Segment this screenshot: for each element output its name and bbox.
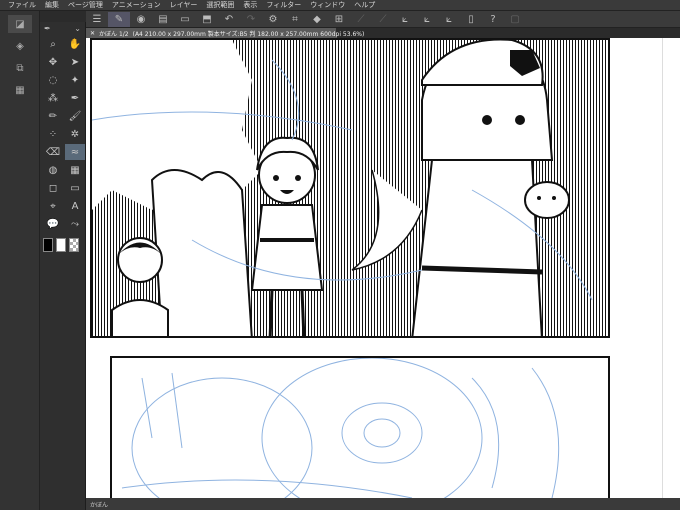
gear-icon[interactable]: ⚙ [262, 12, 284, 27]
help-icon[interactable]: ? [482, 12, 504, 27]
correction-icon[interactable]: ⤳ [65, 216, 85, 232]
manga-page [86, 38, 680, 498]
menu-item-2[interactable]: ページ管理 [68, 0, 103, 10]
eraser-icon[interactable]: ⌫ [43, 144, 63, 160]
tool-grid: ⌕ ✋ ✥ ➤ ◌ ✦ ⁂ ✒ ✏ 🖌 ⁘ ✲ ⌫ ≈ ◍ ▦ ◻ ▭ ⌖ A 💬 ⤳ [40, 34, 85, 234]
tool-palette-header: ✒ ⌄ [40, 22, 85, 34]
menu-item-8[interactable]: ウィンドウ [310, 0, 345, 10]
menu-bar: ファイル 編集 ページ管理 アニメーション レイヤー 選択範囲 表示 フィルター ウィンドウ ヘル… [0, 0, 680, 11]
blend-icon[interactable]: ≈ [65, 144, 85, 160]
navigator-icon[interactable]: ▦ [8, 81, 32, 99]
menu-item-5[interactable]: 選択範囲 [206, 0, 234, 10]
panel-1-artwork [92, 40, 593, 336]
document-tab[interactable]: ✕ かぼん 1/2 (A4 210.00 x 297.00mm 製本サイズ:B5… [86, 28, 364, 38]
menu-item-0[interactable]: ファイル [8, 0, 36, 10]
airbrush-icon[interactable]: ⁘ [43, 126, 63, 142]
menu-item-9[interactable]: ヘルプ [354, 0, 375, 10]
hand-icon[interactable]: ✋ [65, 36, 85, 52]
document-tab-info: (A4 210.00 x 297.00mm 製本サイズ:B5 判 182.00 … [132, 30, 365, 38]
menu-item-1[interactable]: 編集 [45, 0, 59, 10]
gradient-icon[interactable]: ▦ [65, 162, 85, 178]
right-scroll-strip[interactable] [662, 38, 680, 498]
magic-wand-icon[interactable]: ✦ [65, 72, 85, 88]
ruler2-icon[interactable]: ⟋ [372, 12, 394, 27]
brush-icon[interactable]: 🖌 [65, 108, 85, 124]
brush1-icon[interactable]: ⟀ [394, 12, 416, 27]
menu-item-6[interactable]: 表示 [243, 0, 257, 10]
close-icon[interactable]: ✕ [90, 30, 95, 37]
transform-icon[interactable]: ⊞ [328, 12, 350, 27]
status-label: かぼん [90, 501, 109, 509]
status-bar: かぼん [86, 498, 680, 510]
comic-panel-2 [110, 356, 610, 498]
frame-border-icon[interactable]: ▭ [65, 180, 85, 196]
balloon-icon[interactable]: 💬 [43, 216, 63, 232]
ruler-icon[interactable]: ⟋ [350, 12, 372, 27]
fill-tool-icon[interactable]: ◍ [43, 162, 63, 178]
pencil-icon[interactable]: ✏ [43, 108, 63, 124]
menu-icon[interactable]: ☰ [86, 12, 108, 27]
figure-icon[interactable]: ◻ [43, 180, 63, 196]
canvas[interactable] [86, 38, 680, 498]
color-swatches [40, 234, 85, 256]
transparent-swatch[interactable] [69, 238, 79, 252]
frame-icon[interactable]: ▢ [504, 12, 526, 27]
comic-panel-1 [90, 38, 610, 338]
undo-icon[interactable]: ↶ [218, 12, 240, 27]
menu-item-3[interactable]: アニメーション [112, 0, 161, 10]
layers-icon[interactable]: ◈ [8, 37, 32, 55]
zoom-icon[interactable]: ⌕ [43, 36, 63, 52]
document-tab-label: かぼん 1/2 [99, 30, 129, 38]
record-icon[interactable]: ◉ [130, 12, 152, 27]
tool-palette: ✒ ⌄ ⌕ ✋ ✥ ➤ ◌ ✦ ⁂ ✒ ✏ 🖌 ⁘ ✲ ⌫ ≈ ◍ ▦ ◻ ▭ ⌖ A 💬 ⤳ [40, 22, 86, 510]
command-bar: ☰ ✎ ◉ ▤ ▭ ⬒ ↶ ↷ ⚙ ⌗ ◆ ⊞ ⟋ ⟋ ⟀ ⟀ ⟀ ▯ ? ▢ [86, 11, 680, 28]
folder-icon[interactable]: ▭ [174, 12, 196, 27]
page-icon[interactable]: ▯ [460, 12, 482, 27]
decoration-icon[interactable]: ✲ [65, 126, 85, 142]
ruler-tool-icon[interactable]: ⌖ [43, 198, 63, 214]
side-panel: ◪ ◈ ⧉ ▦ [0, 11, 40, 510]
eyedropper-icon[interactable]: ⁂ [43, 90, 63, 106]
text-icon[interactable]: A [65, 198, 85, 214]
brush2-icon[interactable]: ⟀ [416, 12, 438, 27]
pen-small-icon: ✒ [44, 23, 51, 33]
clipboard-icon[interactable]: ▤ [152, 12, 174, 27]
panel-2-sketch [121, 357, 560, 498]
lasso-icon[interactable]: ◌ [43, 72, 63, 88]
menu-item-4[interactable]: レイヤー [170, 0, 198, 10]
save-icon[interactable]: ⬒ [196, 12, 218, 27]
sub-tool-icon[interactable]: ◪ [8, 15, 32, 33]
menu-item-7[interactable]: フィルター [266, 0, 301, 10]
pen-tool-icon[interactable]: ✒ [65, 90, 85, 106]
fill-icon[interactable]: ◆ [306, 12, 328, 27]
brush3-icon[interactable]: ⟀ [438, 12, 460, 27]
redo-icon[interactable]: ↷ [240, 12, 262, 27]
crop-icon[interactable]: ⌗ [284, 12, 306, 27]
layer-stack-icon[interactable]: ⧉ [8, 59, 32, 77]
collapse-icon[interactable]: ⌄ [74, 24, 81, 33]
move-icon[interactable]: ✥ [43, 54, 63, 70]
main-color-swatch[interactable] [43, 238, 53, 252]
pen-icon[interactable]: ✎ [108, 11, 130, 27]
arrow-icon[interactable]: ➤ [65, 54, 85, 70]
sub-color-swatch[interactable] [56, 238, 66, 252]
